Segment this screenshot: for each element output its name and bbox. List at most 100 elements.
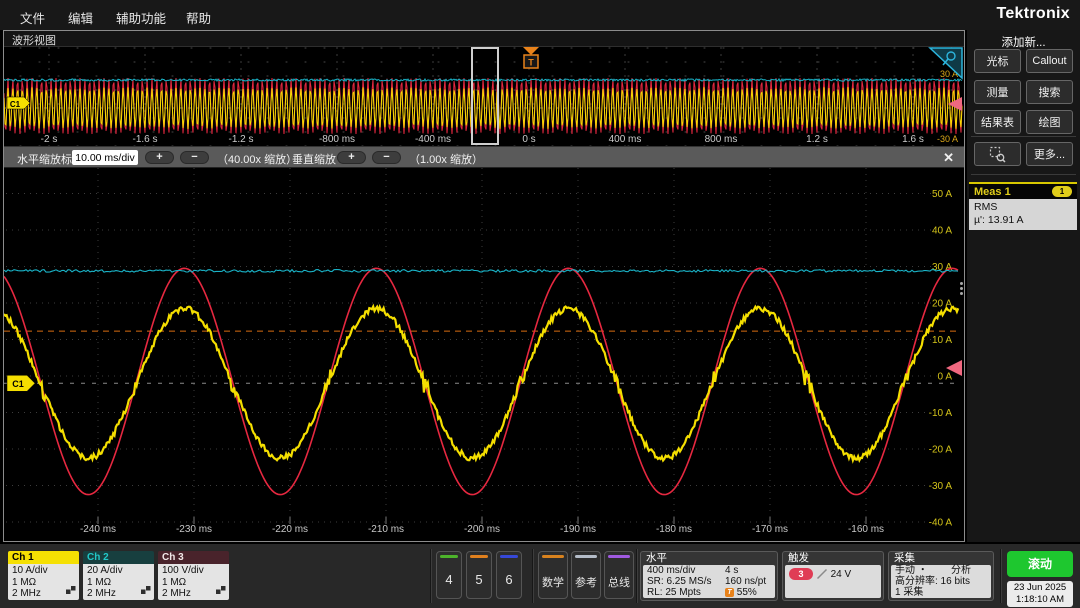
channel-5-button[interactable]: 5: [466, 551, 492, 599]
v-zoom-plus-button[interactable]: +: [337, 151, 366, 164]
main-amp-label: -20 A: [929, 445, 953, 456]
main-time-label: -240 ms: [80, 524, 116, 535]
zoom-controls-bar: 水平缩放标度 + − （40.00x 缩放） 垂直缩放 + − （1.00x 缩…: [4, 146, 964, 168]
overview-time-label: 0 s: [522, 134, 535, 145]
cursor-button[interactable]: 光标: [974, 49, 1021, 73]
zoom-bar-close-icon[interactable]: ✕: [943, 150, 954, 166]
ch4-label: 4: [437, 572, 461, 587]
ch1-header: Ch 1: [8, 551, 79, 564]
channel-badge-ch2[interactable]: Ch 2 20 A/div 1 MΩ 2 MHz: [83, 551, 154, 600]
meas1-value: µ': 13.91 A: [974, 214, 1072, 227]
channel-6-button[interactable]: 6: [496, 551, 522, 599]
main-amp-label: 10 A: [932, 335, 952, 346]
oscilloscope-screen: 文件 编辑 辅助功能 帮助 Tektronix 波形视图 -2 s-1.6 s-…: [0, 0, 1080, 608]
search-button[interactable]: 搜索: [1026, 80, 1073, 104]
h-scale: 400 ms/div: [647, 565, 725, 576]
acq-detail: 高分辨率: 16 bits: [895, 576, 987, 587]
measure-button[interactable]: 测量: [974, 80, 1021, 104]
main-amp-label: 20 A: [932, 299, 952, 310]
meas1-badge[interactable]: Meas 1 1 RMS µ': 13.91 A: [969, 182, 1077, 230]
overview-amp-label-bottom: -30 A: [937, 134, 958, 144]
callout-button[interactable]: Callout: [1026, 49, 1073, 73]
probe-icon: [141, 586, 151, 599]
acq-count: 1 采集: [895, 587, 987, 598]
results-table-button[interactable]: 结果表: [974, 110, 1021, 134]
ch3-waveform: [4, 268, 958, 494]
overview-time-label: 400 ms: [609, 134, 642, 145]
ch2-waveform: [4, 270, 958, 273]
trigger-source-badge: 3: [789, 568, 813, 580]
main-amp-label: -10 A: [929, 408, 953, 419]
waveform-view-window: 波形视图 -2 s-1.6 s-1.2 s-800 ms-400 ms0 s40…: [3, 30, 965, 542]
acquisition-title: 采集: [889, 552, 993, 565]
horizontal-badge[interactable]: 水平 400 ms/div4 s SR: 6.25 MS/s160 ns/pt …: [640, 551, 778, 601]
svg-text:T: T: [528, 58, 534, 68]
overview-time-label: -1.6 s: [132, 134, 157, 145]
menu-bar: 文件 编辑 辅助功能 帮助 Tektronix: [0, 0, 1080, 30]
trigger-level: 24 V: [831, 569, 852, 580]
plot-button[interactable]: 绘图: [1026, 110, 1073, 134]
main-time-label: -200 ms: [464, 524, 500, 535]
ref-color-strip: [575, 555, 597, 558]
zoom-select-button[interactable]: [974, 142, 1021, 166]
overview-time-label: 1.6 s: [902, 134, 924, 145]
h-zoom-factor-label: （40.00x 缩放）: [217, 151, 297, 167]
main-time-label: -160 ms: [848, 524, 884, 535]
math-button[interactable]: 数学: [538, 551, 568, 599]
footer-divider: [430, 549, 431, 603]
meas1-title: Meas 1: [974, 186, 1011, 198]
bus-button[interactable]: 总线: [604, 551, 634, 599]
h-zoom-minus-button[interactable]: −: [180, 151, 209, 164]
footer-divider: [1000, 549, 1001, 603]
channel-badge-ch3[interactable]: Ch 3 100 V/div 1 MΩ 2 MHz: [158, 551, 229, 600]
trigger-position-marker[interactable]: T: [523, 47, 539, 68]
sidebar-divider: [971, 174, 1076, 175]
ch6-label: 6: [497, 572, 521, 587]
h-zoom-plus-button[interactable]: +: [145, 151, 174, 164]
ch3-scale: 100 V/div: [162, 565, 225, 577]
math-color-strip: [542, 555, 564, 558]
probe-icon: [216, 586, 226, 599]
trigger-badge[interactable]: 触发 3 24 V: [782, 551, 884, 601]
menu-help[interactable]: 帮助: [186, 8, 211, 27]
h-zoom-scale-input[interactable]: [72, 150, 138, 165]
overview-ch1-waveform: [4, 87, 962, 129]
acquisition-body: 手动 ‧分析 高分辨率: 16 bits 1 采集: [891, 565, 991, 598]
bus-color-strip: [608, 555, 630, 558]
probe-icon: [66, 586, 76, 599]
overview-time-label: -800 ms: [319, 134, 355, 145]
main-amp-label: -30 A: [929, 481, 953, 492]
ref-button[interactable]: 参考: [571, 551, 601, 599]
menu-edit[interactable]: 编辑: [68, 8, 93, 27]
footer-divider: [532, 549, 533, 603]
main-time-label: -210 ms: [368, 524, 404, 535]
acquisition-badge[interactable]: 采集 手动 ‧分析 高分辨率: 16 bits 1 采集: [888, 551, 994, 601]
h-position: 55%: [737, 587, 757, 598]
meas1-type: RMS: [974, 201, 1072, 214]
horizontal-title: 水平: [641, 552, 777, 565]
trigger-title: 触发: [783, 552, 883, 565]
overview-time-label: 1.2 s: [806, 134, 828, 145]
meas1-body: RMS µ': 13.91 A: [969, 199, 1077, 230]
ch1-ground-marker[interactable]: C1: [7, 375, 35, 391]
v-zoom-minus-button[interactable]: −: [372, 151, 401, 164]
tektronix-logo: Tektronix: [996, 5, 1070, 23]
trigger-position-icon: T: [725, 588, 734, 597]
ref-label: 参考: [572, 574, 600, 590]
overview-svg: -2 s-1.6 s-1.2 s-800 ms-400 ms0 s400 ms8…: [4, 47, 964, 146]
run-roll-button[interactable]: 滚动: [1007, 551, 1073, 577]
menu-file[interactable]: 文件: [20, 8, 45, 27]
channel-4-button[interactable]: 4: [436, 551, 462, 599]
ch1-scale: 10 A/div: [12, 565, 75, 577]
acquisition-overview-strip[interactable]: -2 s-1.6 s-1.2 s-800 ms-400 ms0 s400 ms8…: [4, 47, 964, 146]
time-label: 1:18:10 AM: [1007, 594, 1073, 606]
channel-badge-ch1[interactable]: Ch 1 10 A/div 1 MΩ 2 MHz: [8, 551, 79, 600]
acq-mode: 手动 ‧: [895, 565, 951, 576]
acq-analyze: 分析: [951, 565, 971, 576]
main-graticule[interactable]: 50 A40 A30 A20 A10 A0 A-10 A-20 A-30 A-4…: [4, 168, 964, 541]
menu-utility[interactable]: 辅助功能: [116, 8, 166, 27]
h-span: 4 s: [725, 565, 738, 576]
more-button[interactable]: 更多...: [1026, 142, 1073, 166]
tab-waveform-view[interactable]: 波形视图: [12, 32, 56, 48]
panel-drag-handle[interactable]: [958, 278, 964, 298]
